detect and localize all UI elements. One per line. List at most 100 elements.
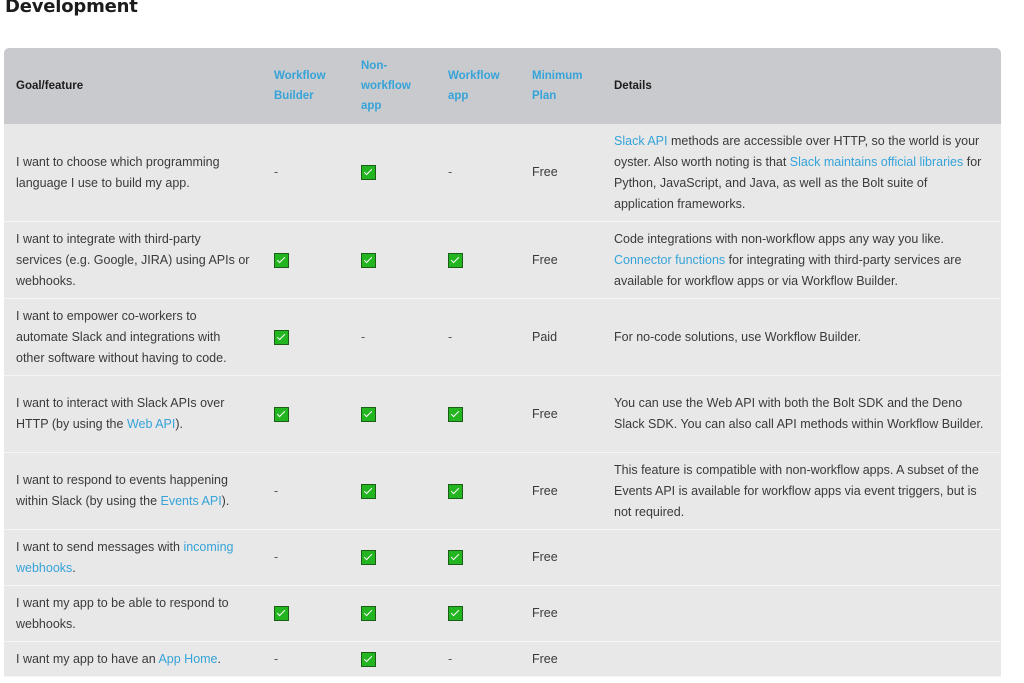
goal-cell: I want my app to have an App Home.	[4, 642, 262, 677]
checkbox-checked-icon	[361, 483, 376, 499]
details-cell: Code integrations with non-workflow apps…	[602, 222, 1001, 299]
goal-cell: I want to empower co-workers to automate…	[4, 299, 262, 376]
checkbox-checked-icon	[361, 406, 376, 422]
table-row: I want my app to be able to respond to w…	[4, 585, 1001, 642]
workflow-app-cell	[436, 530, 520, 586]
workflow-app-cell: -	[436, 642, 520, 677]
plan-cell: Free	[532, 550, 558, 564]
goal-text: ).	[175, 417, 183, 431]
goal-cell: I want to respond to events happening wi…	[4, 453, 262, 530]
section-heading: Development	[5, 0, 138, 17]
table-row: I want to choose which programming langu…	[4, 124, 1001, 222]
checkbox-checked-icon	[361, 550, 376, 566]
checkbox-checked-icon	[274, 252, 289, 268]
header-non-workflow-app-link[interactable]: Non-workflow app	[349, 48, 436, 124]
table-row: I want my app to have an App Home. - - F…	[4, 641, 1001, 677]
non-workflow-app-cell	[349, 376, 436, 453]
events-api-link[interactable]: Events API	[161, 494, 222, 508]
workflow-app-cell: -	[436, 299, 520, 376]
table-row: I want to integrate with third-party ser…	[4, 221, 1001, 299]
table-header-row: Goal/feature Workflow Builder Non-workfl…	[4, 48, 1001, 124]
workflow-builder-cell: -	[262, 124, 349, 222]
checkbox-checked-icon	[448, 406, 463, 422]
workflow-builder-cell	[262, 586, 349, 642]
dash-not-available: -	[448, 165, 453, 179]
non-workflow-app-cell	[349, 124, 436, 222]
goal-cell: I want to send messages with incoming we…	[4, 530, 262, 586]
header-details: Details	[614, 80, 652, 92]
non-workflow-app-cell	[349, 586, 436, 642]
web-api-link[interactable]: Web API	[127, 417, 175, 431]
workflow-app-cell	[436, 586, 520, 642]
workflow-builder-cell	[262, 299, 349, 376]
plan-cell: Paid	[532, 329, 558, 344]
workflow-app-cell	[436, 222, 520, 299]
checkbox-checked-icon	[448, 550, 463, 566]
details-cell: This feature is compatible with non-work…	[602, 453, 1001, 530]
checkbox-checked-icon	[274, 406, 289, 422]
goal-text: I want my app to be able to respond to w…	[16, 595, 229, 631]
details-cell: You can use the Web API with both the Bo…	[602, 376, 1001, 453]
goal-text: I want to send messages with	[16, 539, 184, 554]
details-cell: For no-code solutions, use Workflow Buil…	[602, 299, 1001, 376]
checkbox-checked-icon	[361, 606, 376, 622]
goal-text: .	[217, 651, 221, 666]
header-workflow-builder-link[interactable]: Workflow Builder	[262, 48, 349, 124]
workflow-builder-cell: -	[262, 530, 349, 586]
non-workflow-app-cell	[349, 453, 436, 530]
non-workflow-app-cell	[349, 642, 436, 677]
dash-not-available: -	[274, 651, 279, 666]
header-goal-feature: Goal/feature	[16, 80, 84, 92]
checkbox-checked-icon	[448, 606, 463, 622]
goal-text: I want to empower co-workers to automate…	[16, 308, 227, 365]
non-workflow-app-cell	[349, 222, 436, 299]
workflow-builder-cell	[262, 376, 349, 453]
dash-not-available: -	[361, 329, 366, 344]
table-body: I want to choose which programming langu…	[4, 124, 1001, 677]
checkbox-checked-icon	[361, 165, 376, 181]
goal-text: ).	[221, 494, 230, 508]
details-cell: Slack API methods are accessible over HT…	[602, 124, 1001, 222]
dash-not-available: -	[274, 165, 279, 179]
slack-api-link[interactable]: Slack API	[614, 134, 668, 148]
dash-not-available: -	[274, 483, 279, 498]
goal-text: I want my app to have an	[16, 651, 159, 666]
app-home-link[interactable]: App Home	[158, 652, 217, 666]
dash-not-available: -	[448, 329, 453, 344]
dash-not-available: -	[448, 651, 453, 666]
goal-cell: I want to integrate with third-party ser…	[4, 222, 262, 299]
checkbox-checked-icon	[448, 483, 463, 499]
plan-cell: Free	[532, 606, 558, 620]
feature-comparison-table: Goal/feature Workflow Builder Non-workfl…	[4, 48, 1001, 677]
table-row: I want to empower co-workers to automate…	[4, 298, 1001, 376]
header-workflow-app-link[interactable]: Workflow app	[436, 48, 520, 124]
goal-text: I want to integrate with third-party ser…	[16, 231, 250, 288]
non-workflow-app-cell	[349, 530, 436, 586]
official-libraries-link[interactable]: Slack maintains official libraries	[790, 155, 963, 169]
plan-cell: Free	[532, 483, 558, 498]
workflow-builder-cell: -	[262, 642, 349, 677]
goal-text: .	[72, 560, 76, 575]
details-cell	[602, 642, 1001, 677]
dash-not-available: -	[274, 550, 279, 564]
header-minimum-plan-link[interactable]: Minimum Plan	[520, 48, 602, 124]
non-workflow-app-cell: -	[349, 299, 436, 376]
connector-functions-link[interactable]: Connector functions	[614, 253, 725, 267]
table-row: I want to send messages with incoming we…	[4, 529, 1001, 586]
goal-text: I want to interact with Slack APIs over …	[16, 396, 225, 431]
plan-cell: Free	[532, 651, 558, 666]
plan-cell: Free	[532, 252, 558, 267]
goal-cell: I want to interact with Slack APIs over …	[4, 376, 262, 453]
goal-text: I want to choose which programming langu…	[16, 154, 220, 190]
workflow-builder-cell	[262, 222, 349, 299]
workflow-builder-cell: -	[262, 453, 349, 530]
table-row: I want to respond to events happening wi…	[4, 452, 1001, 530]
checkbox-checked-icon	[274, 329, 289, 345]
details-cell	[602, 586, 1001, 642]
details-text: You can use the Web API with both the Bo…	[614, 396, 984, 431]
details-text: For no-code solutions, use Workflow Buil…	[614, 329, 862, 344]
goal-cell: I want to choose which programming langu…	[4, 124, 262, 222]
details-cell	[602, 530, 1001, 586]
checkbox-checked-icon	[448, 252, 463, 268]
workflow-app-cell	[436, 453, 520, 530]
